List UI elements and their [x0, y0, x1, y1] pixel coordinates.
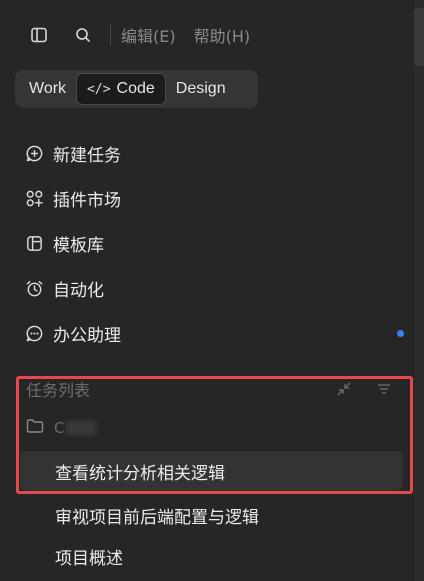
nav-item-label: 新建任务: [53, 146, 121, 166]
task-item-label: 审视项目前后端配置与逻辑: [55, 507, 259, 528]
nav-item-label: 模板库: [53, 236, 104, 256]
nav-item-office-assistant[interactable]: 办公助理: [24, 311, 414, 356]
code-icon: </>: [87, 81, 111, 97]
nav-item-automation[interactable]: 自动化: [24, 266, 414, 311]
task-item[interactable]: 项目概述: [20, 536, 403, 576]
unread-badge-dot: [397, 330, 404, 337]
task-item-label: 项目概述: [55, 548, 123, 569]
app-sidebar: 编辑(E) 帮助(H) Work </> Code Design 新建任务 插件…: [0, 0, 424, 581]
tab-design-label: Design: [175, 80, 226, 97]
template-icon: [24, 234, 44, 254]
highlight-annotation-box: [16, 376, 413, 494]
tab-code-label: Code: [116, 80, 155, 97]
nav-item-label: 自动化: [53, 281, 104, 301]
sidebar-toggle-icon: [30, 26, 48, 44]
search-icon: [74, 26, 92, 44]
tab-code[interactable]: </> Code: [76, 73, 166, 105]
nav-item-label: 办公助理: [53, 326, 121, 346]
menu-edit[interactable]: 编辑(E): [121, 23, 176, 47]
window-edge: [414, 0, 424, 581]
toolbar-divider: [110, 24, 111, 46]
tab-design[interactable]: Design: [166, 73, 236, 105]
mode-switcher: Work </> Code Design: [15, 70, 258, 108]
tab-work-label: Work: [29, 80, 67, 97]
alarm-clock-icon: [24, 279, 44, 299]
nav-item-new-task[interactable]: 新建任务: [24, 131, 414, 176]
menu-help[interactable]: 帮助(H): [194, 23, 251, 47]
top-toolbar: 编辑(E) 帮助(H): [26, 20, 268, 50]
window-edge-notch: [414, 8, 424, 66]
task-item[interactable]: 审视项目前后端配置与逻辑: [20, 495, 403, 535]
plugin-grid-icon: [24, 189, 44, 209]
sidebar-nav: 新建任务 插件市场 模板库 自动化 办公助理: [24, 131, 414, 356]
plus-chat-icon: [24, 144, 44, 164]
nav-item-template-library[interactable]: 模板库: [24, 221, 414, 266]
nav-item-plugin-market[interactable]: 插件市场: [24, 176, 414, 221]
tab-work[interactable]: Work: [19, 73, 76, 105]
search-button[interactable]: [70, 22, 96, 48]
sidebar-toggle-button[interactable]: [26, 22, 52, 48]
chat-bubble-icon: [24, 324, 44, 344]
nav-item-label: 插件市场: [53, 191, 121, 211]
